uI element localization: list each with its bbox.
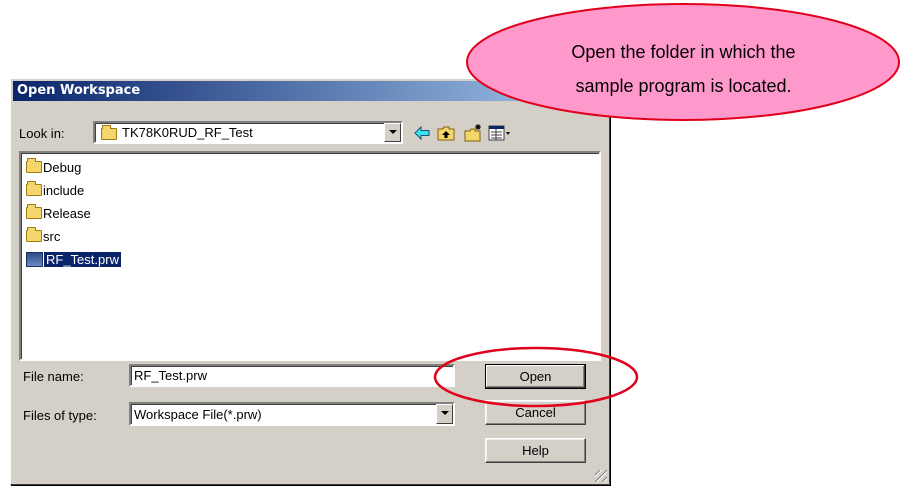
callout-line-2: sample program is located.	[575, 76, 792, 96]
folder-icon	[26, 181, 42, 196]
open-workspace-dialog: Open Workspace Look in: TK78K0RUD_RF_Tes…	[10, 78, 610, 485]
file-list-item[interactable]: Debug	[26, 158, 81, 176]
view-menu-icon[interactable]	[487, 123, 511, 143]
files-of-type-label: Files of type:	[23, 408, 97, 423]
look-in-label: Look in:	[19, 126, 65, 141]
callout-line-1: Open the folder in which the	[571, 42, 796, 62]
help-button[interactable]: Help	[485, 438, 586, 463]
files-of-type-dropdown[interactable]: Workspace File(*.prw)	[129, 402, 455, 426]
folder-icon	[26, 204, 42, 219]
file-list-item[interactable]: RF_Test.prw	[26, 250, 121, 268]
file-list-item[interactable]: include	[26, 181, 84, 199]
folder-icon	[26, 227, 42, 242]
file-list-item-label: RF_Test.prw	[44, 251, 121, 267]
file-list[interactable]: Debug include Release src RF_Test.prw	[19, 151, 601, 361]
file-name-label: File name:	[23, 369, 84, 384]
file-list-item-label: include	[43, 182, 85, 198]
workspace-file-icon	[26, 251, 43, 267]
file-name-value: RF_Test.prw	[134, 368, 207, 383]
file-name-input[interactable]: RF_Test.prw	[129, 364, 455, 387]
callout-bubble: Open the folder in which the sample prog…	[465, 2, 902, 123]
file-list-item-label: src	[43, 228, 61, 244]
chevron-down-icon[interactable]	[384, 123, 401, 142]
open-button-highlight-ring	[433, 346, 639, 408]
new-folder-icon[interactable]	[463, 123, 483, 143]
folder-icon	[101, 125, 118, 140]
look-in-value: TK78K0RUD_RF_Test	[122, 125, 253, 140]
file-list-item-label: Debug	[43, 159, 82, 175]
file-list-item[interactable]: Release	[26, 204, 91, 222]
files-of-type-value: Workspace File(*.prw)	[134, 407, 262, 422]
file-list-item-label: Release	[43, 205, 91, 221]
resize-grip-icon[interactable]	[595, 470, 607, 482]
up-folder-icon[interactable]	[436, 123, 456, 143]
folder-icon	[26, 158, 42, 173]
look-in-dropdown[interactable]: TK78K0RUD_RF_Test	[93, 121, 403, 144]
back-icon[interactable]	[412, 123, 432, 143]
file-list-item[interactable]: src	[26, 227, 60, 245]
